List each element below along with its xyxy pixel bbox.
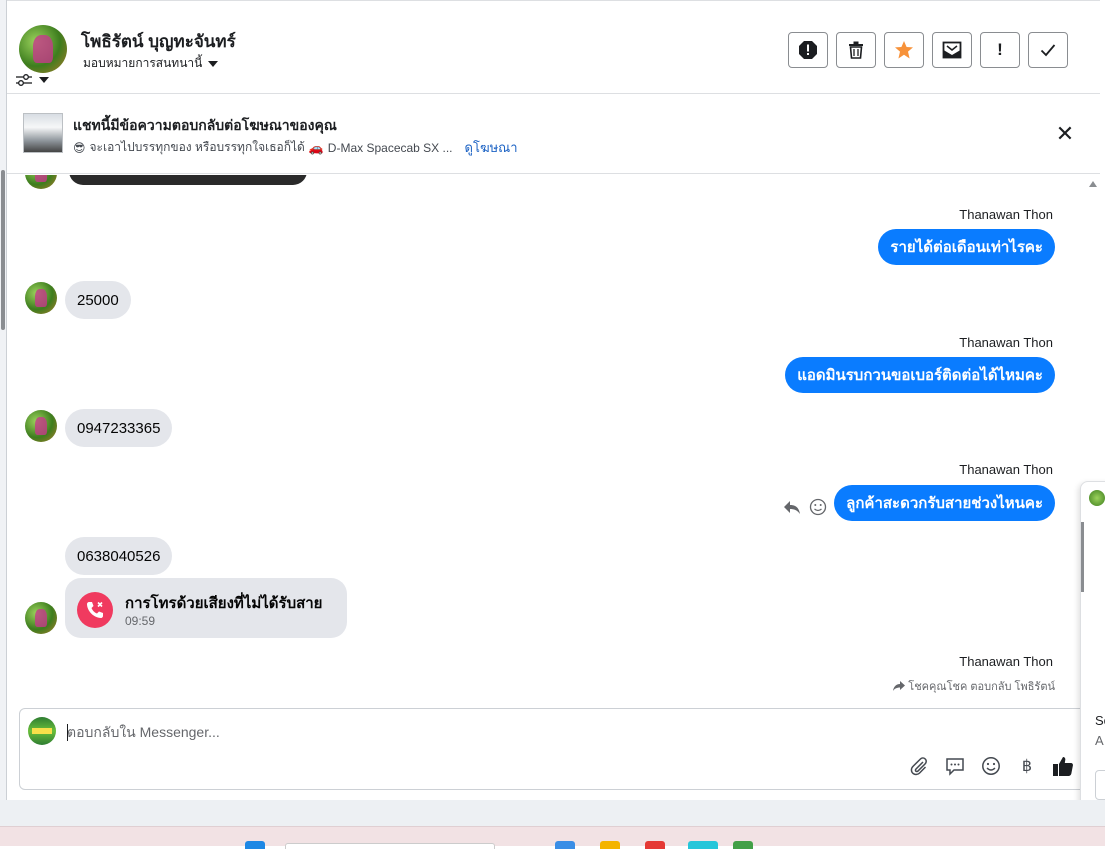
- reply-input[interactable]: [67, 721, 967, 743]
- forward-arrow-icon: [893, 681, 906, 691]
- panel-button[interactable]: [1095, 770, 1105, 800]
- media-attachment[interactable]: [69, 175, 307, 185]
- windows-start-icon[interactable]: [245, 841, 265, 849]
- delete-button[interactable]: [836, 32, 876, 68]
- panel-scrollbar[interactable]: [1081, 522, 1084, 592]
- incoming-message[interactable]: 25000: [65, 281, 131, 319]
- sunglasses-emoji-icon: 😎: [73, 140, 86, 155]
- like-button[interactable]: [1052, 755, 1074, 777]
- envelope-icon: [942, 41, 962, 59]
- paperclip-icon: [910, 757, 927, 776]
- panel-text: Sc: [1095, 713, 1105, 728]
- message-hover-tools: [783, 498, 827, 516]
- outgoing-message[interactable]: รายได้ต่อเดือนเท่าไรคะ: [878, 229, 1055, 265]
- view-ad-link[interactable]: ดูโฆษณา: [465, 137, 518, 158]
- thumbs-up-icon: [1053, 757, 1073, 776]
- contact-avatar-small: [25, 410, 57, 442]
- sender-name: Thanawan Thon: [959, 654, 1053, 669]
- ad-banner-title: แชทนี้มีข้อความตอบกลับต่อโฆษณาของคุณ: [73, 117, 337, 133]
- close-icon[interactable]: ✕: [1055, 123, 1075, 145]
- message-composer: ฿: [19, 708, 1089, 790]
- composer-toolbar: ฿: [908, 755, 1074, 777]
- app-icon[interactable]: [555, 841, 575, 849]
- folder-icon[interactable]: [600, 841, 620, 849]
- missed-call-title: การโทรด้วยเสียงที่ไม่ได้รับสาย: [125, 595, 323, 612]
- window-bottom-band: [0, 800, 1105, 826]
- outgoing-message[interactable]: ลูกค้าสะดวกรับสายช่วงไหนคะ: [834, 485, 1055, 521]
- attach-button[interactable]: [908, 755, 930, 777]
- emoji-button[interactable]: [980, 755, 1002, 777]
- baht-icon: ฿: [1021, 758, 1033, 775]
- taskbar-search[interactable]: [285, 843, 495, 849]
- car-emoji-icon: 🚗: [308, 140, 324, 155]
- side-chat-panel[interactable]: Sc A: [1080, 481, 1105, 818]
- ad-name: D-Max Spacecab SX ...: [327, 140, 453, 155]
- ad-text: จะเอาไปบรรทุกของ หรือบรรทุกใจเธอก็ได้: [89, 140, 305, 154]
- saved-reply-icon: [946, 758, 964, 776]
- reply-icon[interactable]: [783, 499, 801, 515]
- text-cursor: [67, 724, 68, 741]
- ad-banner-subtitle: 😎 จะเอาไปบรรทุกของ หรือบรรทุกใจเธอก็ได้ …: [73, 137, 518, 158]
- mark-unread-button[interactable]: [932, 32, 972, 68]
- saved-replies-button[interactable]: [944, 755, 966, 777]
- contact-avatar-small: [25, 175, 57, 189]
- os-taskbar: [0, 826, 1105, 849]
- missed-call-time: 09:59: [125, 614, 156, 628]
- star-icon: [895, 41, 913, 59]
- outgoing-message[interactable]: แอดมินรบกวนขอเบอร์ติดต่อได้ไหมคะ: [785, 357, 1055, 393]
- alert-octagon-icon: [799, 41, 817, 59]
- sliders-icon: [16, 74, 32, 86]
- reply-reference[interactable]: โชคคุณโชค ตอบกลับ โพธิรัตน์: [892, 677, 1055, 695]
- react-emoji-icon[interactable]: [809, 498, 827, 516]
- reply-note-text: โชคคุณโชค ตอบกลับ โพธิรัตน์: [908, 681, 1055, 693]
- contact-avatar-small: [25, 282, 57, 314]
- follow-up-button[interactable]: !: [980, 32, 1020, 68]
- assign-label: มอบหมายการสนทนานี้: [83, 56, 203, 70]
- page-avatar: [28, 717, 56, 745]
- scroll-up-arrow-icon[interactable]: [1089, 181, 1097, 187]
- browser-icon[interactable]: [645, 841, 665, 849]
- missed-call-icon: [77, 592, 113, 628]
- checkmark-icon: [1040, 44, 1056, 57]
- left-scrollbar-thumb[interactable]: [1, 170, 5, 330]
- left-scrollbar[interactable]: [0, 0, 7, 800]
- conversation-header: โพธิรัตน์ บุญทะจันทร์ มอบหมายการสนทนานี้: [7, 0, 1100, 94]
- header-actions: !: [788, 32, 1068, 68]
- chevron-down-icon: [39, 77, 49, 83]
- contact-avatar[interactable]: [19, 25, 67, 73]
- assign-conversation-dropdown[interactable]: มอบหมายการสนทนานี้: [83, 54, 219, 73]
- sender-name: Thanawan Thon: [959, 335, 1053, 350]
- exclamation-icon: !: [997, 40, 1003, 59]
- inbox-app: โพธิรัตน์ บุญทะจันทร์ มอบหมายการสนทนานี้: [0, 0, 1105, 849]
- line-app-icon[interactable]: [733, 841, 753, 849]
- sender-name: Thanawan Thon: [959, 207, 1053, 222]
- sender-name: Thanawan Thon: [959, 462, 1053, 477]
- payment-button[interactable]: ฿: [1016, 755, 1038, 777]
- mini-avatar: [1089, 490, 1105, 506]
- ad-reply-banner: แชทนี้มีข้อความตอบกลับต่อโฆษณาของคุณ 😎 จ…: [7, 95, 1100, 174]
- trash-icon: [849, 41, 863, 59]
- contact-avatar-small: [25, 602, 57, 634]
- panel-subtext: A: [1095, 733, 1104, 748]
- incoming-message[interactable]: 0638040526: [65, 537, 173, 575]
- emoji-icon: [982, 757, 1000, 775]
- chevron-down-icon: [208, 60, 219, 67]
- star-button[interactable]: [884, 32, 924, 68]
- mark-done-button[interactable]: [1028, 32, 1068, 68]
- missed-call-card[interactable]: การโทรด้วยเสียงที่ไม่ได้รับสาย 09:59: [65, 578, 347, 638]
- filter-toggle[interactable]: [15, 72, 53, 88]
- active-app-icon[interactable]: [688, 841, 718, 849]
- spam-report-button[interactable]: [788, 32, 828, 68]
- ad-thumbnail[interactable]: [23, 113, 63, 153]
- message-thread[interactable]: Thanawan Thon รายได้ต่อเดือนเท่าไรคะ 250…: [7, 175, 1085, 705]
- incoming-message[interactable]: 0947233365: [65, 409, 173, 447]
- contact-name[interactable]: โพธิรัตน์ บุญทะจันทร์: [81, 28, 236, 55]
